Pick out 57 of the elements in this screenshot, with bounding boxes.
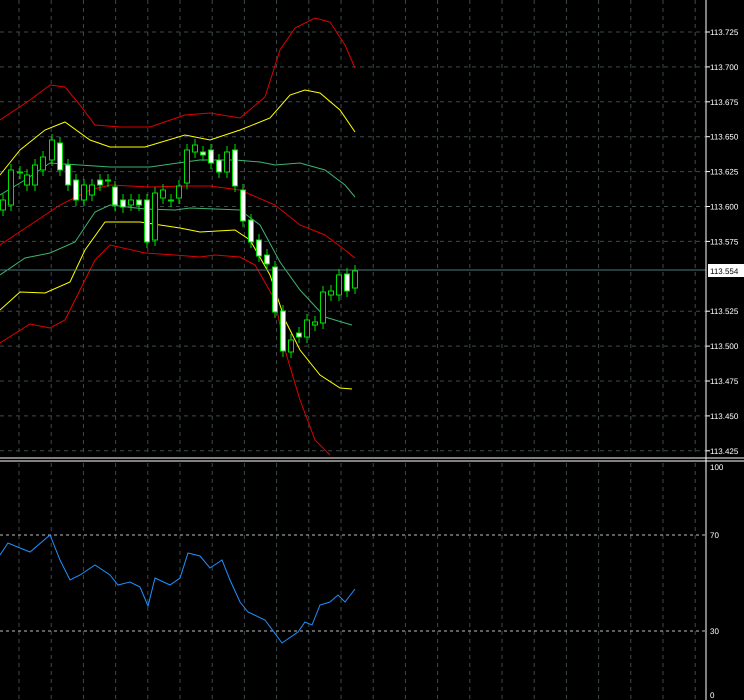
candlestick [160, 184, 166, 204]
candlestick [40, 150, 46, 176]
candlestick [81, 178, 87, 206]
candlestick [328, 284, 334, 302]
candlestick [248, 214, 254, 248]
candlestick [272, 260, 278, 318]
candlestick [336, 268, 342, 302]
price-axis-label: 113.475 [710, 377, 738, 386]
candlestick [320, 286, 326, 330]
candlestick [32, 158, 38, 192]
candlestick [240, 184, 246, 228]
candlestick [65, 158, 71, 192]
candlestick [344, 268, 350, 298]
price-axis-label: 113.600 [710, 202, 738, 212]
rsi-axis-label: 0 [710, 691, 714, 700]
price-axis-label: 113.425 [710, 446, 738, 456]
rsi-axis-label: 70 [710, 531, 719, 540]
candlestick [304, 314, 310, 344]
candlestick [280, 304, 286, 358]
candlestick [200, 146, 206, 162]
price-axis-label: 113.675 [710, 98, 738, 107]
candlestick [57, 136, 63, 176]
candlestick [192, 138, 198, 158]
current-price-badge: 113.554 [708, 264, 744, 277]
price-axis-label: 113.575 [710, 237, 738, 246]
candlestick [73, 174, 79, 206]
candlestick [89, 178, 95, 202]
candlestick [168, 194, 174, 208]
candlestick [136, 194, 142, 212]
rsi-axis-label: 30 [710, 627, 719, 636]
candlestick [97, 174, 103, 192]
price-axis-label: 113.500 [710, 342, 738, 352]
candlestick [216, 154, 222, 178]
candlestick [176, 180, 182, 204]
price-axis-label: 113.450 [710, 412, 738, 421]
candlestick [224, 146, 230, 178]
price-axis-label: 113.725 [710, 28, 738, 37]
rsi-axis-label: 100 [710, 463, 724, 472]
candlestick [120, 194, 126, 214]
candlestick [296, 326, 302, 344]
candlestick [256, 234, 262, 262]
price-axis-label: 113.625 [710, 168, 738, 177]
price-axis-label: 113.650 [710, 132, 738, 142]
candlestick [144, 194, 150, 248]
price-axis-label: 113.525 [710, 307, 738, 316]
candlestick [152, 186, 158, 246]
candlestick [312, 316, 318, 332]
candlestick [264, 248, 270, 270]
candlestick [184, 144, 190, 190]
candlestick [208, 144, 214, 170]
price-axis-label: 113.700 [710, 62, 738, 72]
candlestick [128, 194, 134, 212]
candlestick [352, 264, 358, 294]
candlestick [232, 144, 238, 192]
candlestick [49, 134, 55, 166]
candlestick [288, 334, 294, 358]
candlestick [8, 164, 14, 212]
